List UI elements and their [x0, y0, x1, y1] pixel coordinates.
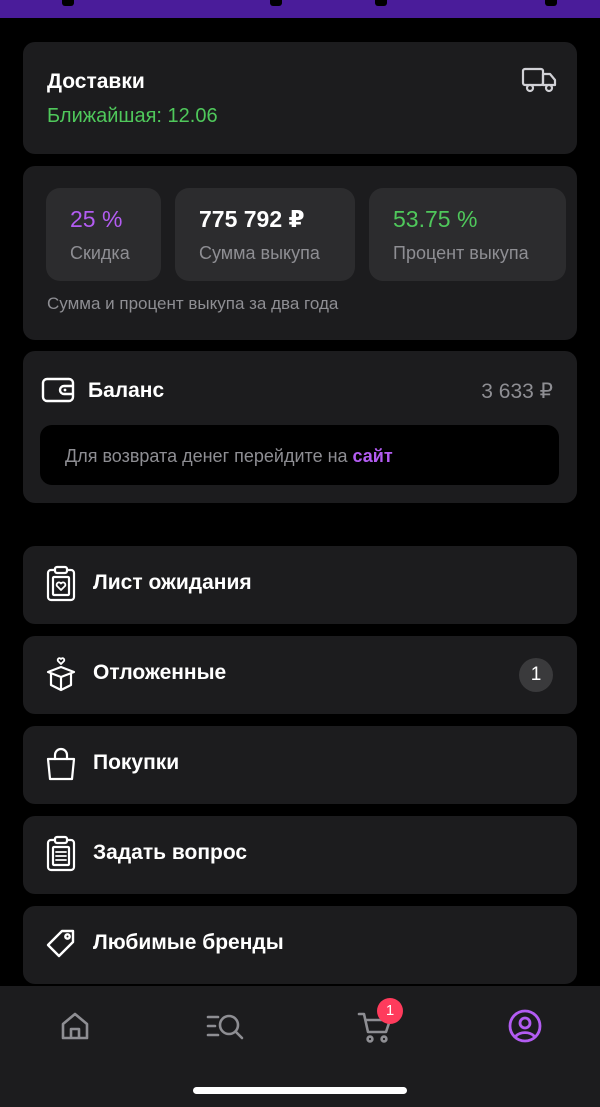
clipboard-icon	[46, 835, 76, 872]
purchase-percent-label: Процент выкупа	[393, 243, 529, 263]
shopping-bag-icon	[46, 747, 76, 781]
menu-label-favorite-brands: Любимые бренды	[93, 931, 284, 954]
site-link[interactable]: сайт	[353, 446, 393, 466]
discount-label: Скидка	[70, 243, 130, 263]
home-indicator	[193, 1087, 407, 1094]
purchase-sum-label: Сумма выкупа	[199, 243, 320, 263]
gift-box-icon	[46, 657, 76, 692]
purchase-sum-stat[interactable]: 775 792 ₽ Сумма выкупа	[175, 188, 355, 281]
header-strip	[0, 0, 600, 18]
catalog-search-icon	[206, 1014, 244, 1040]
balance-card: Баланс 3 633 ₽ Для возврата денег перейд…	[23, 351, 577, 503]
purchase-sum-value: 775 792 ₽	[199, 206, 305, 232]
stats-note: Сумма и процент выкупа за два года	[47, 294, 339, 313]
balance-title: Баланс	[88, 379, 165, 402]
menu-item-waitlist[interactable]: Лист ожидания	[23, 546, 577, 624]
balance-amount: 3 633 ₽	[481, 380, 553, 403]
waitlist-icon	[46, 565, 76, 602]
tag-icon	[46, 929, 75, 958]
menu-item-deferred[interactable]: Отложенные 1	[23, 636, 577, 714]
wallet-icon	[41, 377, 75, 403]
nearest-delivery-date: Ближайшая: 12.06	[47, 105, 218, 127]
home-icon	[61, 1012, 89, 1040]
profile-icon	[508, 1009, 542, 1043]
menu-label-ask-question: Задать вопрос	[93, 841, 248, 864]
deliveries-title: Доставки	[47, 70, 145, 93]
menu-item-favorite-brands[interactable]: Любимые бренды	[23, 906, 577, 984]
menu-label-purchases: Покупки	[93, 751, 180, 774]
discount-stat[interactable]: 25 % Скидка	[46, 188, 161, 281]
refund-info-text: Для возврата денег перейдите на сайт	[65, 446, 393, 467]
discount-value: 25 %	[70, 206, 123, 232]
tab-cart[interactable]: 1	[353, 998, 403, 1048]
cart-count-badge: 1	[377, 998, 403, 1024]
purchase-percent-stat[interactable]: 53.75 % Процент выкупа	[369, 188, 566, 281]
truck-icon	[521, 67, 557, 93]
profile-screen: Доставки Ближайшая: 12.06 25 % Скидка 77…	[0, 0, 600, 1107]
purchase-stats-card: 25 % Скидка 775 792 ₽ Сумма выкупа 53.75…	[23, 166, 577, 340]
menu-label-deferred: Отложенные	[93, 661, 227, 684]
menu-item-purchases[interactable]: Покупки	[23, 726, 577, 804]
tab-profile[interactable]	[503, 1004, 547, 1048]
menu-item-ask-question[interactable]: Задать вопрос	[23, 816, 577, 894]
deferred-count-badge: 1	[519, 658, 553, 692]
refund-info-message: Для возврата денег перейдите на	[65, 446, 353, 466]
tab-home[interactable]	[53, 1004, 97, 1048]
menu-label-waitlist: Лист ожидания	[93, 571, 252, 594]
refund-info-box: Для возврата денег перейдите на сайт	[40, 425, 559, 485]
purchase-percent-value: 53.75 %	[393, 206, 478, 232]
tab-catalog[interactable]	[203, 1004, 247, 1048]
deliveries-card[interactable]: Доставки Ближайшая: 12.06	[23, 42, 577, 154]
